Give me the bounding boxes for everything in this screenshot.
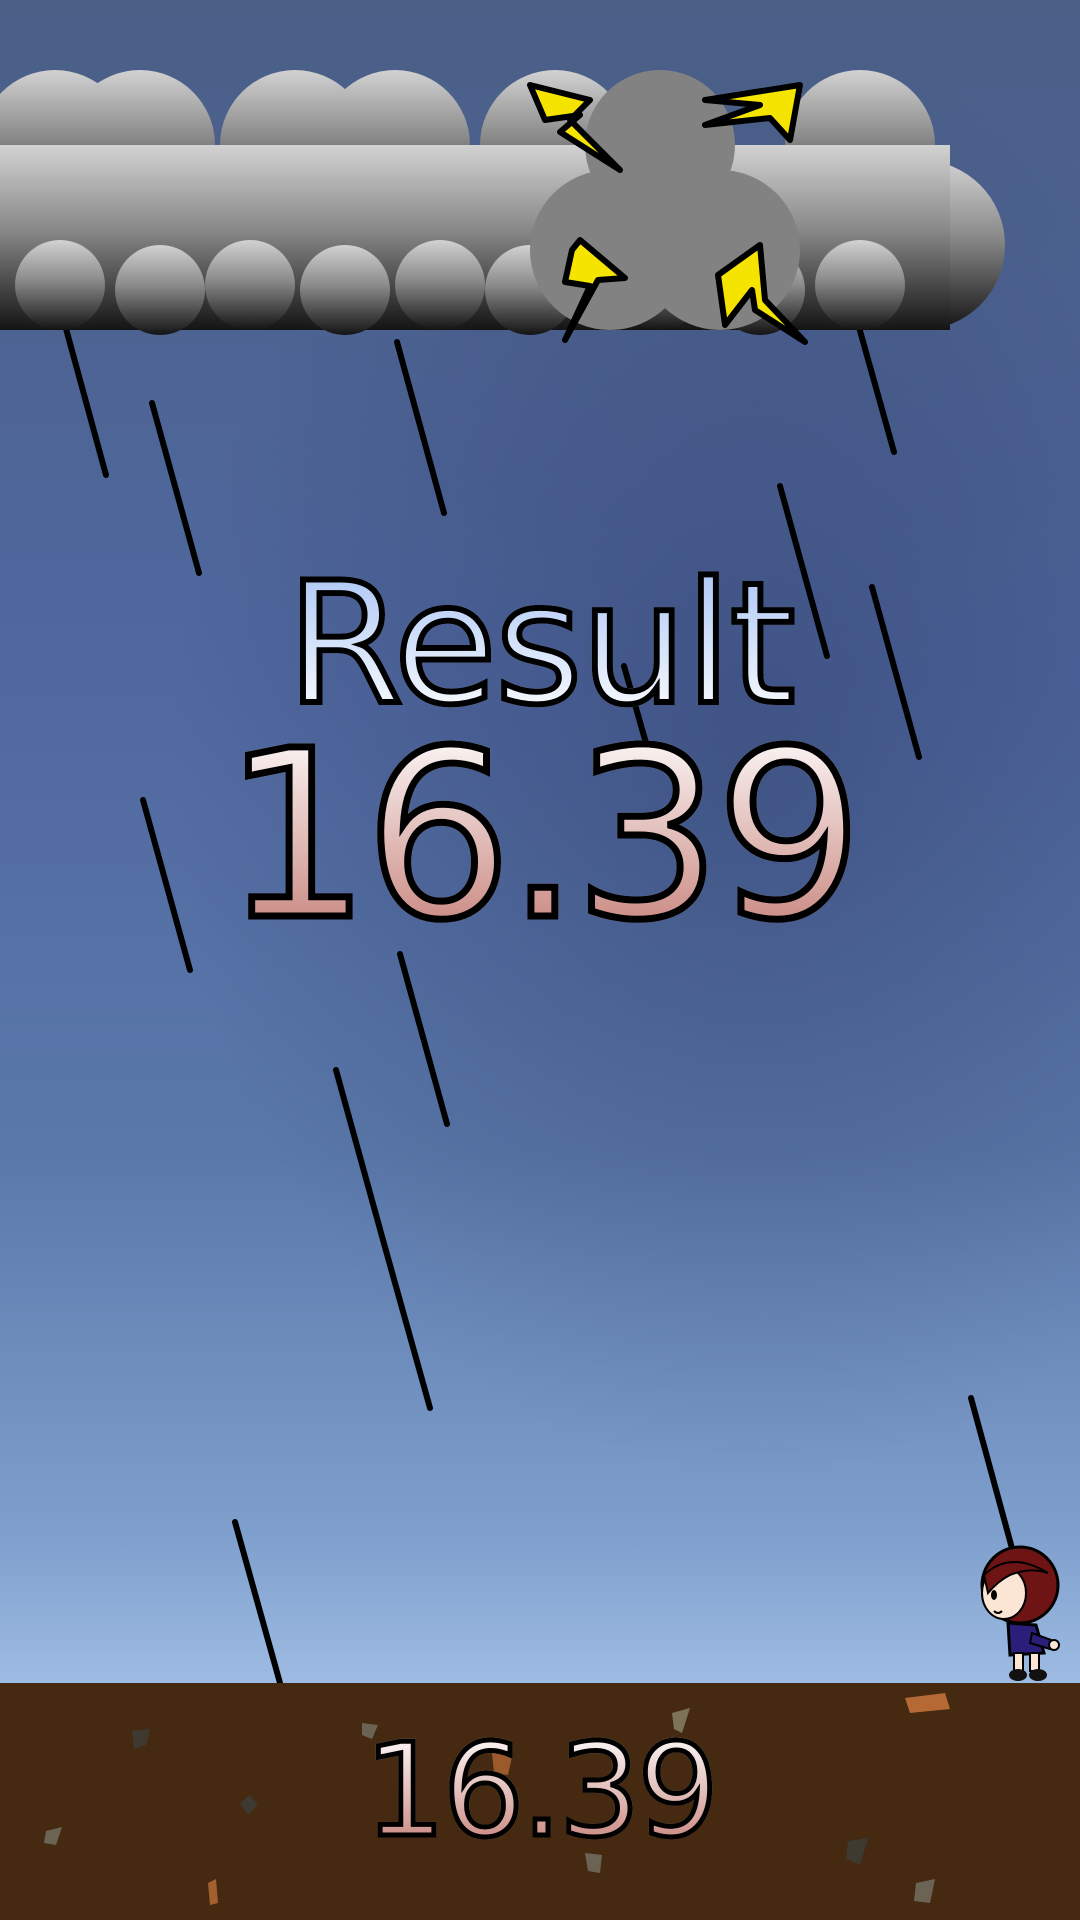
rain-drop — [968, 1395, 1019, 1566]
rock — [905, 1693, 950, 1713]
game-stage: Result 16.39 16.39 — [0, 0, 1080, 1920]
rain-drop — [394, 339, 447, 516]
rock — [208, 1879, 218, 1905]
rain-drop — [149, 400, 202, 576]
rain-drop — [397, 951, 450, 1127]
player-character — [980, 1545, 1060, 1681]
storm-cloud — [0, 70, 1005, 345]
rain-drop — [333, 1067, 386, 1243]
rock — [914, 1879, 935, 1903]
rain-drop — [232, 1519, 283, 1686]
ground-score: 16.39 — [0, 1725, 1080, 1858]
result-score: 16.39 — [0, 717, 1080, 956]
rain-drop — [380, 1237, 433, 1411]
